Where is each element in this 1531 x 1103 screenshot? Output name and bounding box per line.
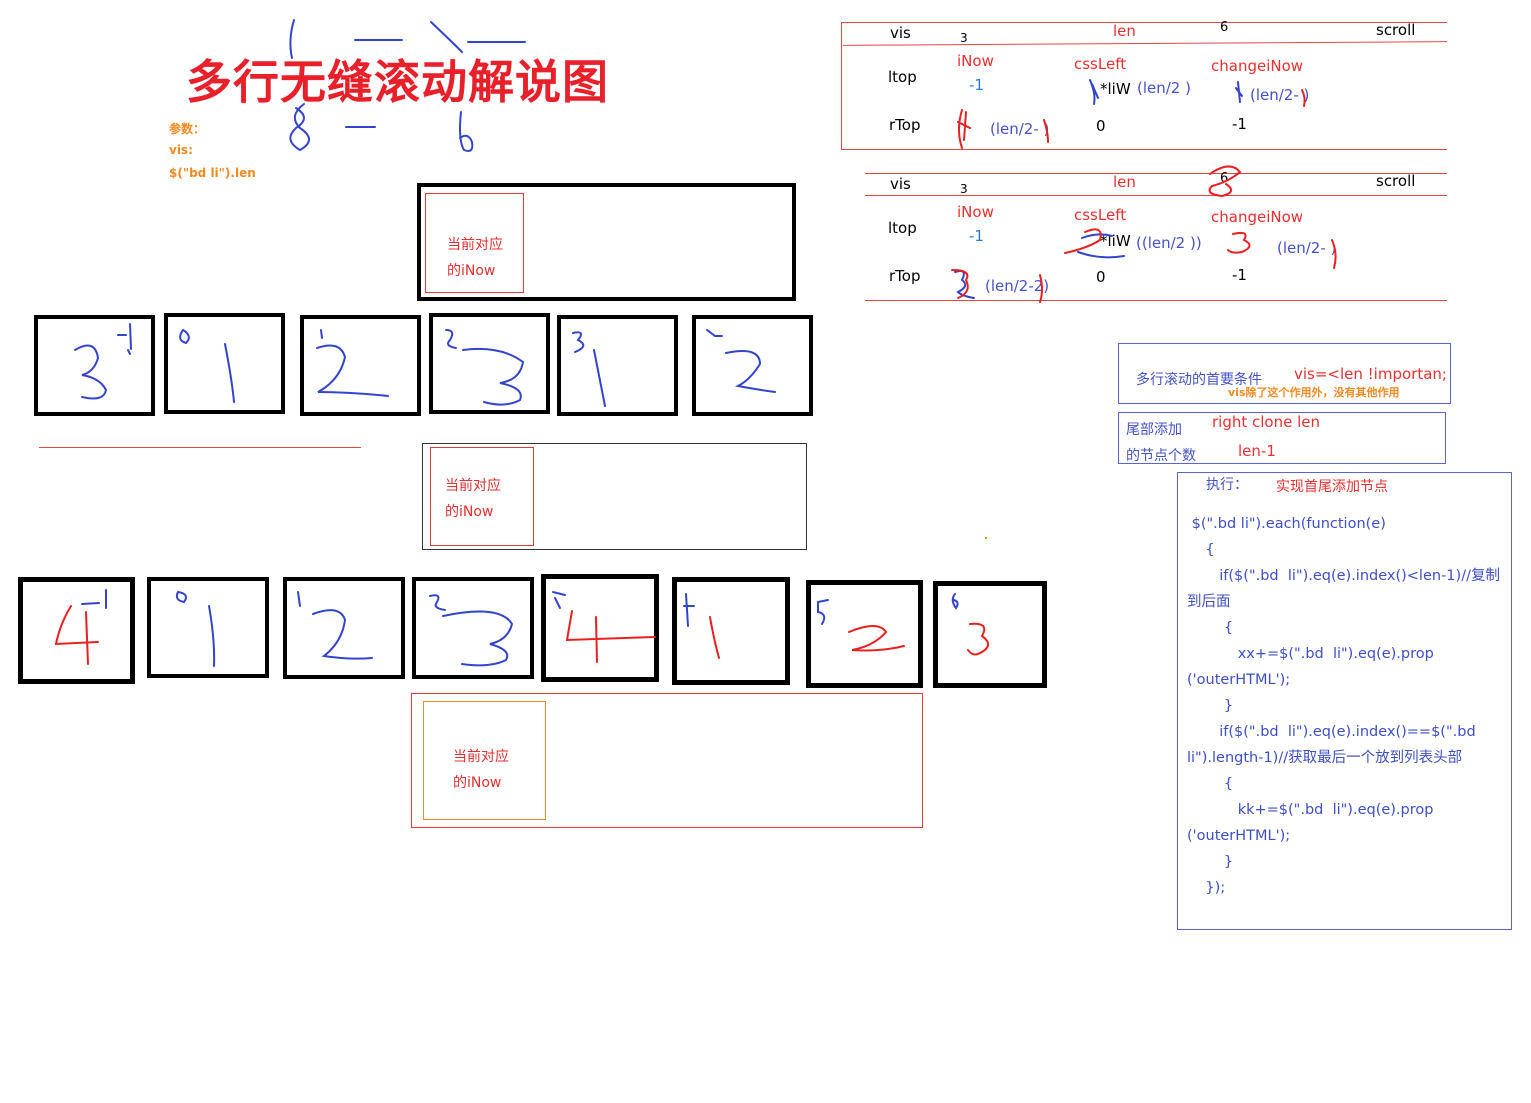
slide-frame (672, 577, 790, 685)
t2-inow: iNow (957, 203, 994, 221)
condition-note: vis除了这个作用外，没有其他作用 (1228, 386, 1400, 399)
inow-label-line2: 的iNow (453, 775, 502, 791)
tail-right: right clone len (1212, 413, 1321, 431)
code-line: if($(".bd li").eq(e).index()<len-1)//复制 (1187, 568, 1500, 584)
t1-vis-value: 3 (960, 31, 968, 45)
t1-inow: iNow (957, 52, 994, 70)
params-len: $("bd li").len (169, 166, 256, 180)
t2-rtop-mid: 0 (1096, 268, 1106, 286)
inow-label-line1: 当前对应 (453, 749, 509, 765)
code-line: { (1187, 776, 1234, 792)
t1-rtop: rTop (889, 116, 921, 134)
condition-rule: vis=<len !importan; (1294, 365, 1447, 383)
code-line: } (1187, 854, 1234, 870)
t2-changeinow: changeiNow (1211, 208, 1304, 226)
inow-label-line1: 当前对应 (447, 237, 503, 253)
t2-inow-value: -1 (969, 227, 984, 245)
code-line: ('outerHTML'); (1187, 672, 1291, 688)
code-line: 到后面 (1187, 594, 1231, 610)
t1-vis: vis (890, 24, 911, 42)
code-line: { (1187, 542, 1215, 558)
slide-frame (18, 577, 135, 684)
slide-frame (806, 580, 923, 688)
code-line: li").length-1)//获取最后一个放到列表头部 (1187, 750, 1463, 766)
inow-label-line2: 的iNow (447, 263, 496, 279)
t2-scroll: scroll (1376, 172, 1416, 190)
page-title: 多行无缝滚动解说图 (186, 55, 609, 109)
t1-ltop: ltop (888, 68, 917, 86)
tail-label-1: 尾部添加 (1126, 422, 1182, 438)
slide-frame (164, 313, 285, 414)
t1-rtop-expr: (len/2- ) (990, 120, 1050, 138)
t2-ltop: ltop (888, 219, 917, 237)
tail-box: 尾部添加 的节点个数 right clone len len-1 (1118, 412, 1446, 464)
t1-cssleft-value: *liW (1100, 80, 1131, 98)
code-line: xx+=$(".bd li").eq(e).prop (1187, 646, 1434, 662)
code-line: }); (1187, 880, 1226, 896)
code-line: kk+=$(".bd li").eq(e).prop (1187, 802, 1434, 818)
params-label: 参数： (169, 122, 206, 136)
code-line: if($(".bd li").eq(e).index()==$(".bd (1187, 724, 1476, 740)
t2-vis-value: 3 (960, 182, 968, 196)
t2-rtop-expr: (len/2-2) (985, 277, 1050, 295)
t1-cssleft: cssLeft (1074, 55, 1127, 73)
t2-changeinow-expr: (len/2- ) (1277, 239, 1337, 257)
slide-frame (429, 313, 550, 414)
slide-frame (147, 577, 269, 678)
t1-cssleft-expr: (len/2 ) (1137, 79, 1191, 97)
tail-label-2: 的节点个数 (1126, 448, 1196, 464)
inow-label-line1: 当前对应 (445, 478, 501, 494)
t2-cssleft: cssLeft (1074, 206, 1127, 224)
code-line: { (1187, 620, 1234, 636)
t2-len: len (1113, 173, 1136, 191)
t1-rtop-right: -1 (1232, 115, 1247, 133)
t2-rtop-right: -1 (1232, 266, 1247, 284)
current-inow-box-3: 当前对应 的iNow (423, 701, 546, 820)
t2-rtop: rTop (889, 267, 921, 285)
exec-desc: 实现首尾添加节点 (1276, 479, 1388, 495)
t1-scroll: scroll (1376, 21, 1416, 39)
divider (39, 447, 361, 448)
slide-frame (933, 581, 1047, 688)
condition-box: 多行滚动的首要条件 vis=<len !importan; vis除了这个作用外… (1118, 343, 1451, 404)
exec-code: $(".bd li").each(function(e) { if($(".bd… (1187, 511, 1500, 901)
slide-frame (283, 577, 405, 679)
current-inow-box-2: 当前对应 的iNow (430, 447, 534, 546)
stray-dot (985, 537, 987, 539)
slide-frame (300, 315, 421, 416)
t1-rtop-mid: 0 (1096, 117, 1106, 135)
exec-box: 执行： 实现首尾添加节点 $(".bd li").each(function(e… (1177, 472, 1512, 930)
inow-label-line2: 的iNow (445, 504, 494, 520)
t1-inow-value: -1 (969, 76, 984, 94)
slide-frame (412, 577, 534, 679)
code-line: } (1187, 698, 1234, 714)
t1-changeinow-expr: (len/2- ) (1250, 86, 1310, 104)
slide-frame (692, 315, 813, 416)
code-line: ('outerHTML'); (1187, 828, 1291, 844)
slide-frame (557, 315, 678, 416)
code-line: $(".bd li").each(function(e) (1187, 516, 1386, 532)
t2-cssleft-expr: ((len/2 )) (1136, 234, 1202, 252)
t2-cssleft-value: *liW (1100, 232, 1131, 250)
t1-len-value: 6 (1220, 20, 1229, 35)
params-vis: vis: (169, 143, 193, 157)
t2-len-value: 6 (1220, 171, 1229, 186)
tail-count: len-1 (1238, 442, 1276, 460)
t1-len: len (1113, 22, 1136, 40)
current-inow-box-1: 当前对应 的iNow (425, 193, 524, 293)
t2-vis: vis (890, 175, 911, 193)
slide-frame (541, 574, 659, 682)
exec-label: 执行： (1206, 477, 1248, 493)
t1-changeinow: changeiNow (1211, 57, 1304, 75)
slide-frame (34, 315, 155, 416)
